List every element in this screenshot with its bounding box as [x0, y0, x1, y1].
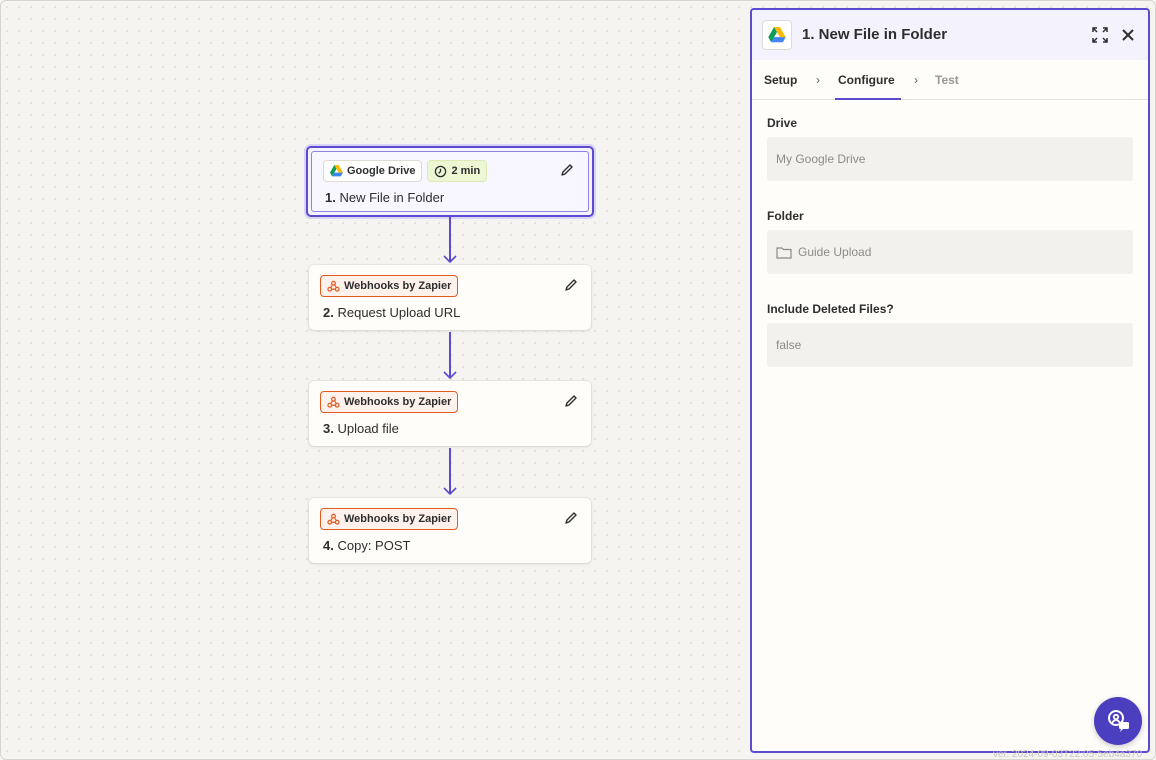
clock-icon: [435, 165, 447, 177]
app-badge-webhooks: Webhooks by Zapier: [320, 391, 459, 413]
panel-header: 1. New File in Folder: [752, 10, 1148, 60]
arrow-down-icon: [443, 487, 457, 495]
help-button[interactable]: [1094, 697, 1142, 745]
app-badge-webhooks: Webhooks by Zapier: [320, 508, 459, 530]
webhook-icon: [327, 280, 340, 292]
drive-label: Drive: [767, 116, 798, 130]
chevron-right-icon: ›: [816, 73, 820, 87]
tab-test[interactable]: Test: [935, 73, 959, 87]
google-drive-icon: [330, 165, 343, 177]
pencil-icon[interactable]: [563, 277, 579, 293]
active-tab-indicator: [835, 98, 901, 100]
webhook-icon: [327, 396, 340, 408]
close-icon[interactable]: [1119, 26, 1137, 44]
tab-setup[interactable]: Setup: [764, 73, 797, 87]
app-badge-google-drive: Google Drive: [323, 160, 423, 182]
step-card-4[interactable]: Webhooks by Zapier 4. Copy: POST: [309, 498, 591, 563]
step-title: 4. Copy: POST: [323, 538, 411, 553]
step-title: 2. Request Upload URL: [323, 305, 461, 320]
step-title: 3. Upload file: [323, 421, 399, 436]
support-chat-icon: [1108, 710, 1129, 732]
app-badge-webhooks: Webhooks by Zapier: [320, 275, 459, 297]
folder-field[interactable]: Guide Upload: [767, 230, 1133, 274]
chevron-right-icon: ›: [914, 73, 918, 87]
folder-icon: [776, 246, 792, 259]
step-card-1[interactable]: Google Drive 2 min 1. New File in Folder: [306, 146, 594, 217]
drive-field[interactable]: My Google Drive: [767, 137, 1133, 181]
include-deleted-field[interactable]: false: [767, 323, 1133, 367]
pencil-icon[interactable]: [559, 162, 575, 178]
app-icon: [762, 20, 792, 50]
google-drive-icon: [768, 27, 786, 43]
step-card-3[interactable]: Webhooks by Zapier 3. Upload file: [309, 381, 591, 446]
panel-tabs: Setup › Configure › Test: [752, 60, 1148, 100]
arrow-down-icon: [443, 371, 457, 379]
panel-title: 1. New File in Folder: [802, 26, 948, 43]
time-badge: 2 min: [427, 160, 488, 182]
canvas[interactable]: Google Drive 2 min 1. New File in Folder: [0, 0, 1156, 760]
tab-configure[interactable]: Configure: [838, 73, 895, 87]
pencil-icon[interactable]: [563, 393, 579, 409]
include-deleted-label: Include Deleted Files?: [767, 302, 894, 316]
step-title: 1. New File in Folder: [325, 190, 445, 205]
arrow-down-icon: [443, 255, 457, 263]
version-text: ver. 2024-09-03T22:05-5eb4a370: [993, 749, 1143, 760]
folder-label: Folder: [767, 209, 804, 223]
expand-icon[interactable]: [1091, 26, 1109, 44]
pencil-icon[interactable]: [563, 510, 579, 526]
webhook-icon: [327, 513, 340, 525]
step-card-2[interactable]: Webhooks by Zapier 2. Request Upload URL: [309, 265, 591, 330]
step-editor-panel: 1. New File in Folder Setup › Configure …: [750, 8, 1150, 753]
